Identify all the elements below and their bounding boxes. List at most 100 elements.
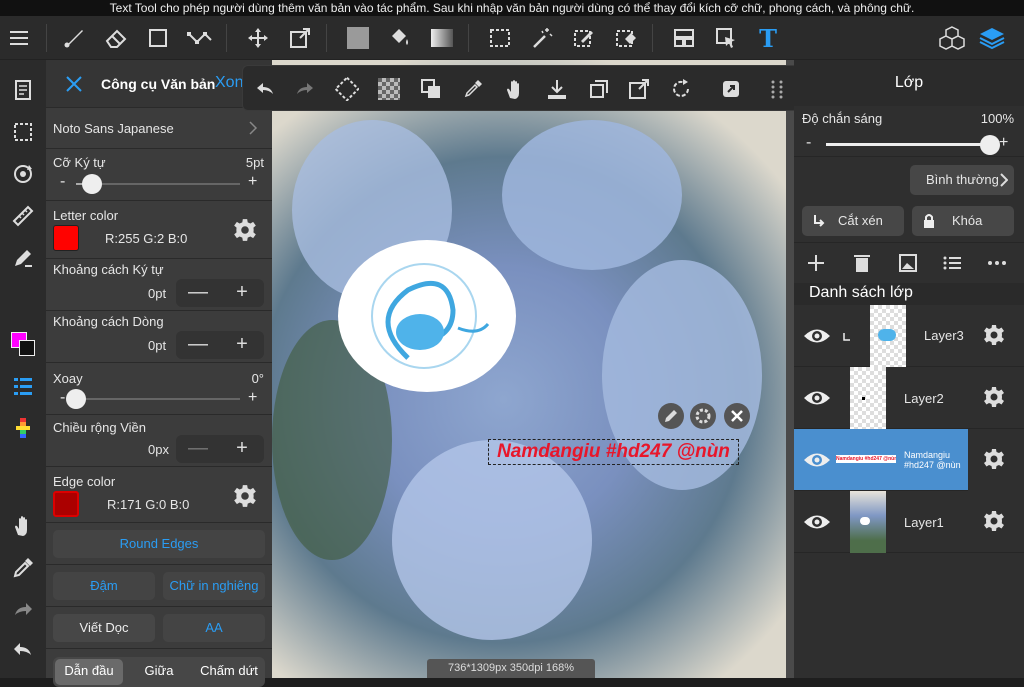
plus-icon[interactable]: + [248,173,257,191]
download-icon[interactable] [541,73,573,105]
eyedropper-icon[interactable] [457,73,489,105]
align-center-button[interactable]: Giữa [125,659,193,685]
redo-icon[interactable] [7,594,39,626]
color-swatch-icon[interactable] [7,328,39,360]
layers-icon[interactable] [976,22,1008,54]
gear-icon[interactable] [982,447,1006,476]
trash-icon[interactable] [852,253,872,278]
select-rect-icon[interactable] [484,22,516,54]
italic-button[interactable]: Chữ in nghiêng [163,572,265,600]
gear-icon[interactable] [982,323,1006,352]
minus-icon[interactable]: - [60,389,65,407]
path-icon[interactable] [184,22,216,54]
layer-item[interactable]: Layer1 [794,491,1024,553]
antialias-button[interactable]: AA [163,614,265,642]
letter-color-swatch[interactable] [53,225,79,251]
align-leading-button[interactable]: Dẫn đầu [55,659,123,685]
deselect-icon[interactable] [331,73,363,105]
select-pen-icon[interactable] [568,22,600,54]
lock-button[interactable]: Khóa [912,206,1014,236]
menu-icon[interactable] [4,22,36,54]
rotate-icon[interactable] [665,73,697,105]
transparency-icon[interactable] [373,73,405,105]
move-icon[interactable] [242,22,274,54]
rotation-slider[interactable] [66,389,240,409]
pages-icon[interactable] [7,74,39,106]
font-size-slider-knob[interactable] [82,174,103,194]
bucket-icon[interactable] [384,22,416,54]
opacity-slider[interactable] [826,135,1000,155]
materials-icon[interactable] [936,22,968,54]
transform-icon[interactable] [284,22,316,54]
redo-icon[interactable] [289,73,321,105]
letter-spacing-stepper[interactable]: — + [176,279,264,307]
fill-color-icon[interactable] [342,22,374,54]
done-button[interactable]: Xon [215,74,243,92]
plus-button[interactable]: + [220,331,264,359]
ruler-icon[interactable] [7,200,39,232]
eye-icon[interactable] [802,323,832,354]
plus-icon[interactable]: + [999,134,1008,152]
close-icon[interactable] [62,72,86,96]
export-icon[interactable] [715,73,747,105]
gear-icon[interactable] [232,217,258,248]
minus-button[interactable]: — [176,435,220,463]
layer-item-selected[interactable]: Namdangiu #hd247 @nùn Namdangiu #hd247 @… [794,429,968,491]
minus-icon[interactable]: - [60,173,65,191]
vertical-text-button[interactable]: Viết Dọc [53,614,155,642]
plus-button[interactable]: + [220,279,264,307]
letter-color-row[interactable]: Letter color R:255 G:2 B:0 [46,201,272,259]
transform-icon[interactable] [623,73,655,105]
image-layer-icon[interactable] [898,253,918,278]
select-eraser-icon[interactable] [610,22,642,54]
text-tool-icon[interactable]: T [752,22,784,54]
rectangle-icon[interactable] [142,22,174,54]
eye-icon[interactable] [802,447,832,478]
eraser-icon[interactable] [100,22,132,54]
canvas-scrollbar[interactable] [786,60,794,678]
settings-icon[interactable] [690,403,716,429]
blend-mode-button[interactable]: Bình thường [910,165,1014,195]
magic-wand-icon[interactable] [526,22,558,54]
gear-icon[interactable] [982,509,1006,538]
text-object[interactable]: Namdangiu #hd247 @nùn [488,439,739,465]
clipping-button[interactable]: Cắt xén [802,206,904,236]
round-edges-button[interactable]: Round Edges [53,530,265,558]
line-spacing-stepper[interactable]: — + [176,331,264,359]
eye-icon[interactable] [802,385,832,416]
edge-color-swatch[interactable] [53,491,79,517]
add-layer-icon[interactable] [806,253,826,278]
rotate-canvas-icon[interactable] [7,158,39,190]
list-icon[interactable] [942,253,962,278]
font-selector[interactable]: Noto Sans Japanese [46,108,272,149]
gear-icon[interactable] [982,385,1006,414]
border-width-stepper[interactable]: — + [176,435,264,463]
invert-selection-icon[interactable] [415,73,447,105]
plus-button[interactable]: + [220,435,264,463]
undo-icon[interactable] [7,634,39,666]
selection-layer-icon[interactable] [7,116,39,148]
copy-icon[interactable] [583,73,615,105]
gradient-icon[interactable] [426,22,458,54]
edge-color-row[interactable]: Edge color R:171 G:0 B:0 [46,467,272,523]
gear-icon[interactable] [232,483,258,514]
brush-icon[interactable] [58,22,90,54]
layer-item[interactable]: Layer2 [794,367,1024,429]
color-palette-icon[interactable] [7,412,39,444]
opacity-slider-knob[interactable] [980,135,1000,155]
edit-icon[interactable] [658,403,684,429]
plus-icon[interactable]: + [248,389,257,407]
hand-icon[interactable] [7,510,39,542]
pen-settings-icon[interactable] [7,242,39,274]
align-trailing-button[interactable]: Chấm dứt [195,659,263,685]
eyedropper-icon[interactable] [7,552,39,584]
font-size-slider[interactable] [76,174,240,194]
more-grid-icon[interactable] [761,73,793,105]
brush-list-icon[interactable] [7,370,39,402]
undo-icon[interactable] [249,73,281,105]
minus-button[interactable]: — [176,331,220,359]
canvas-area[interactable]: Namdangiu #hd247 @nùn 736*1309px 350dpi … [272,60,794,678]
close-icon[interactable] [724,403,750,429]
layer-item[interactable]: Layer3 [794,305,1024,367]
layout-icon[interactable] [668,22,700,54]
